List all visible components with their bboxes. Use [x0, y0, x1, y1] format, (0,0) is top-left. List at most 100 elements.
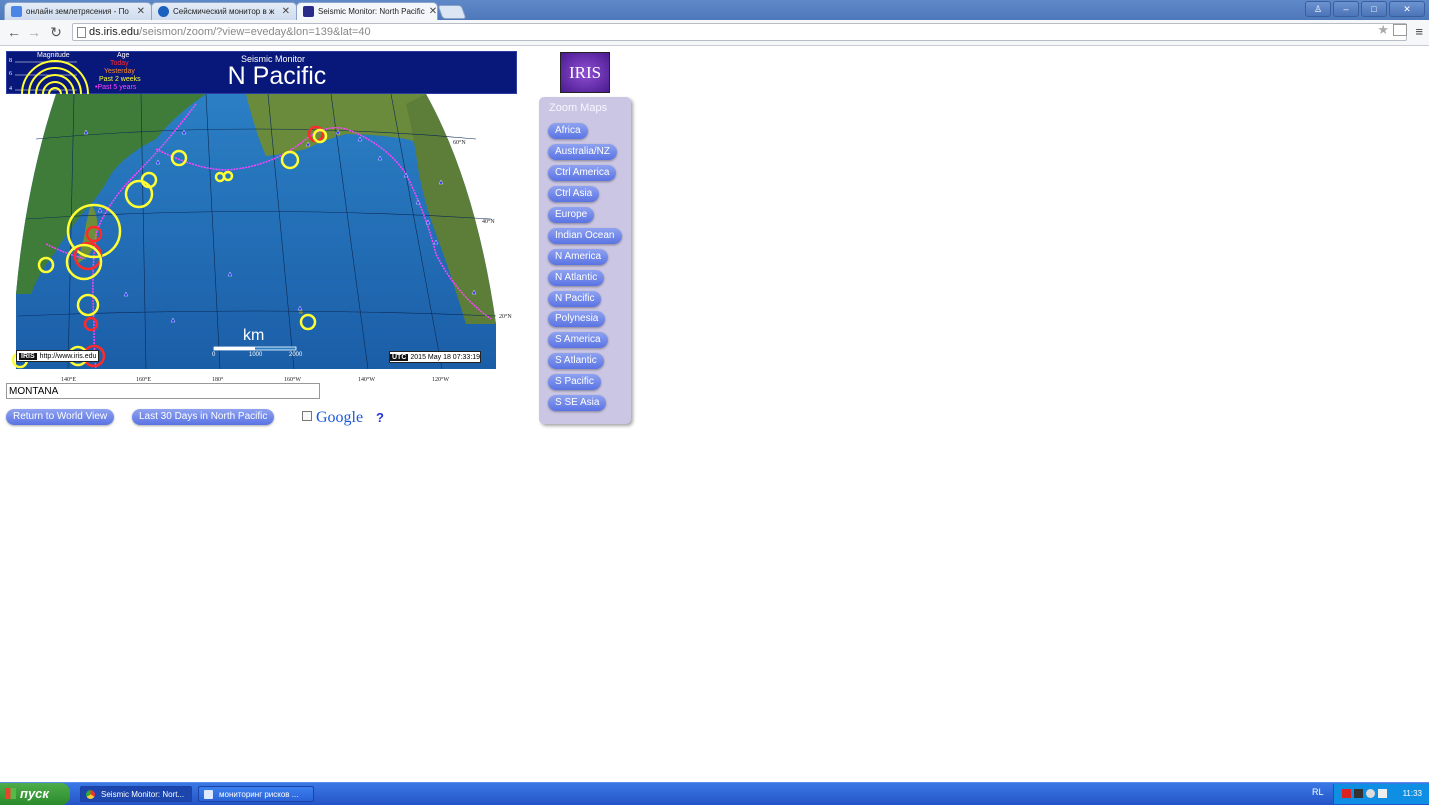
zoom-s-se-asia-button[interactable]: S SE Asia: [548, 395, 607, 411]
close-tab-icon[interactable]: ✕: [133, 6, 145, 17]
map-header: Magnitude 8 6 4 Age Today Yesterday Past…: [6, 51, 517, 95]
region-title: N Pacific: [227, 62, 327, 90]
network-icon[interactable]: [1354, 789, 1363, 798]
timestamp: 2015 May 18 07:33:19: [410, 353, 481, 361]
close-window-icon[interactable]: ✕: [1389, 1, 1425, 17]
zoom-s-atlantic-button[interactable]: S Atlantic: [548, 353, 604, 369]
iris-badge-label: IRIS: [19, 352, 37, 360]
lon-label-140w: 140°W: [358, 377, 376, 383]
scale-tick-2000: 2000: [289, 352, 303, 358]
browser-tab-1[interactable]: онлайн землетрясения - По ✕: [4, 2, 152, 20]
zoom-n-pacific-button[interactable]: N Pacific: [548, 291, 602, 307]
magnitude-8: 8: [9, 58, 12, 64]
close-tab-icon[interactable]: ✕: [425, 6, 437, 17]
last-30-days-button[interactable]: Last 30 Days in North Pacific: [132, 409, 275, 425]
lat-label-40n: 40°N: [482, 219, 495, 225]
taskbar-item-document[interactable]: мониторинг рисков ...: [198, 786, 314, 802]
lat-label-60n: 60°N: [453, 140, 466, 146]
age-past-5-years: •Past 5 years: [95, 84, 137, 91]
return-to-world-view-button[interactable]: Return to World View: [6, 409, 115, 425]
age-yesterday: Yesterday: [104, 68, 135, 75]
zoom-s-pacific-button[interactable]: S Pacific: [548, 374, 601, 390]
user-icon[interactable]: ♙: [1305, 1, 1331, 17]
iris-logo[interactable]: IRIS: [560, 52, 610, 93]
browser-tab-3[interactable]: Seismic Monitor: North Pacific ✕: [296, 2, 438, 20]
window-controls: ♙ – □ ✕: [1305, 1, 1425, 17]
tab-label: онлайн землетрясения - По: [26, 7, 129, 16]
iris-url: http://www.iris.edu: [39, 352, 97, 360]
system-tray: 11:33: [1333, 784, 1429, 804]
menu-icon[interactable]: ≡: [1415, 24, 1423, 39]
taskbar-item-label: Seismic Monitor: Nort...: [101, 790, 185, 799]
hawaii: [299, 310, 303, 314]
url-host: ds.iris.edu: [89, 26, 140, 38]
location-search-input[interactable]: [6, 383, 320, 399]
start-label: пуск: [20, 786, 49, 801]
document-icon: [204, 790, 213, 799]
clock: 11:33: [1402, 789, 1422, 798]
age-past-2-weeks: Past 2 weeks: [99, 76, 141, 83]
scale-unit: km: [243, 327, 265, 344]
reload-icon[interactable]: ↻: [48, 24, 64, 40]
tab-label: Сейсмический монитор в ж: [173, 7, 275, 16]
taskbar-item-chrome[interactable]: Seismic Monitor: Nort...: [80, 786, 192, 802]
zoom-maps-panel: Zoom Maps Africa Australia/NZ Ctrl Ameri…: [539, 97, 631, 424]
zoom-ctrl-asia-button[interactable]: Ctrl Asia: [548, 186, 600, 202]
taskbar-item-label: мониторинг рисков ...: [219, 790, 299, 799]
close-tab-icon[interactable]: ✕: [278, 6, 290, 17]
zoom-indian-ocean-button[interactable]: Indian Ocean: [548, 228, 622, 244]
google-logo: Google: [316, 409, 363, 427]
magnitude-4: 4: [9, 86, 12, 92]
windows-flag-icon: [5, 788, 16, 799]
page-icon: [77, 27, 86, 38]
utc-label: UTC: [390, 353, 409, 361]
tab-label: Seismic Monitor: North Pacific: [318, 7, 425, 16]
scale-bar: [213, 346, 297, 351]
new-tab-button[interactable]: [437, 5, 467, 19]
minimize-icon[interactable]: –: [1333, 1, 1359, 17]
back-arrow-icon[interactable]: ←: [6, 24, 22, 40]
zoom-africa-button[interactable]: Africa: [548, 123, 588, 139]
extension-icon[interactable]: [1393, 24, 1407, 36]
zoom-europe-button[interactable]: Europe: [548, 207, 595, 223]
zoom-maps-title: Zoom Maps: [549, 102, 608, 114]
zoom-n-atlantic-button[interactable]: N Atlantic: [548, 270, 605, 286]
zoom-n-america-button[interactable]: N America: [548, 249, 609, 265]
zoom-s-america-button[interactable]: S America: [548, 332, 608, 348]
age-label: Age: [117, 52, 130, 59]
globe-favicon-icon: [158, 6, 169, 17]
magnitude-6: 6: [9, 71, 12, 77]
scale-tick-1000: 1000: [249, 352, 263, 358]
forward-arrow-icon[interactable]: →: [26, 24, 42, 40]
chrome-icon: [86, 790, 95, 799]
google-checkbox[interactable]: [302, 411, 312, 421]
language-indicator[interactable]: RL: [1312, 787, 1324, 797]
lat-label-20n: 20°N: [499, 314, 512, 320]
zoom-australia-nz-button[interactable]: Australia/NZ: [548, 144, 618, 160]
seismic-map[interactable]: Magnitude 8 6 4 Age Today Yesterday Past…: [6, 51, 517, 384]
iris-favicon-icon: [303, 6, 314, 17]
iris-logo-text: IRIS: [568, 63, 602, 82]
zoom-ctrl-america-button[interactable]: Ctrl America: [548, 165, 617, 181]
browser-toolbar: ← → ↻ ds.iris.edu/seismon/zoom/?view=eve…: [0, 20, 1429, 46]
url-path: /seismon/zoom/?view=eveday&lon=139&lat=4…: [139, 26, 371, 38]
display-icon[interactable]: [1378, 789, 1387, 798]
help-link[interactable]: ?: [376, 410, 384, 425]
browser-tab-strip: онлайн землетрясения - По ✕ Сейсмический…: [0, 0, 1429, 20]
browser-tab-2[interactable]: Сейсмический монитор в ж ✕: [151, 2, 297, 20]
bookmark-star-icon[interactable]: ★: [1377, 22, 1389, 38]
lon-label-120w: 120°W: [432, 377, 450, 383]
address-bar[interactable]: ds.iris.edu/seismon/zoom/?view=eveday&lo…: [72, 23, 1407, 41]
antivirus-icon[interactable]: [1342, 789, 1351, 798]
zoom-polynesia-button[interactable]: Polynesia: [548, 311, 606, 327]
windows-taskbar: пуск Seismic Monitor: Nort... мониторинг…: [0, 782, 1429, 805]
utc-timestamp-badge: UTC 2015 May 18 07:33:19: [389, 351, 482, 363]
age-today: Today: [110, 60, 129, 67]
volume-icon[interactable]: [1366, 789, 1375, 798]
start-button[interactable]: пуск: [0, 783, 70, 805]
maximize-icon[interactable]: □: [1361, 1, 1387, 17]
scale-tick-0: 0: [212, 352, 216, 358]
magnitude-label: Magnitude: [37, 52, 70, 59]
google-favicon-icon: [11, 6, 22, 17]
iris-link-badge[interactable]: IRIS http://www.iris.edu: [16, 350, 100, 362]
